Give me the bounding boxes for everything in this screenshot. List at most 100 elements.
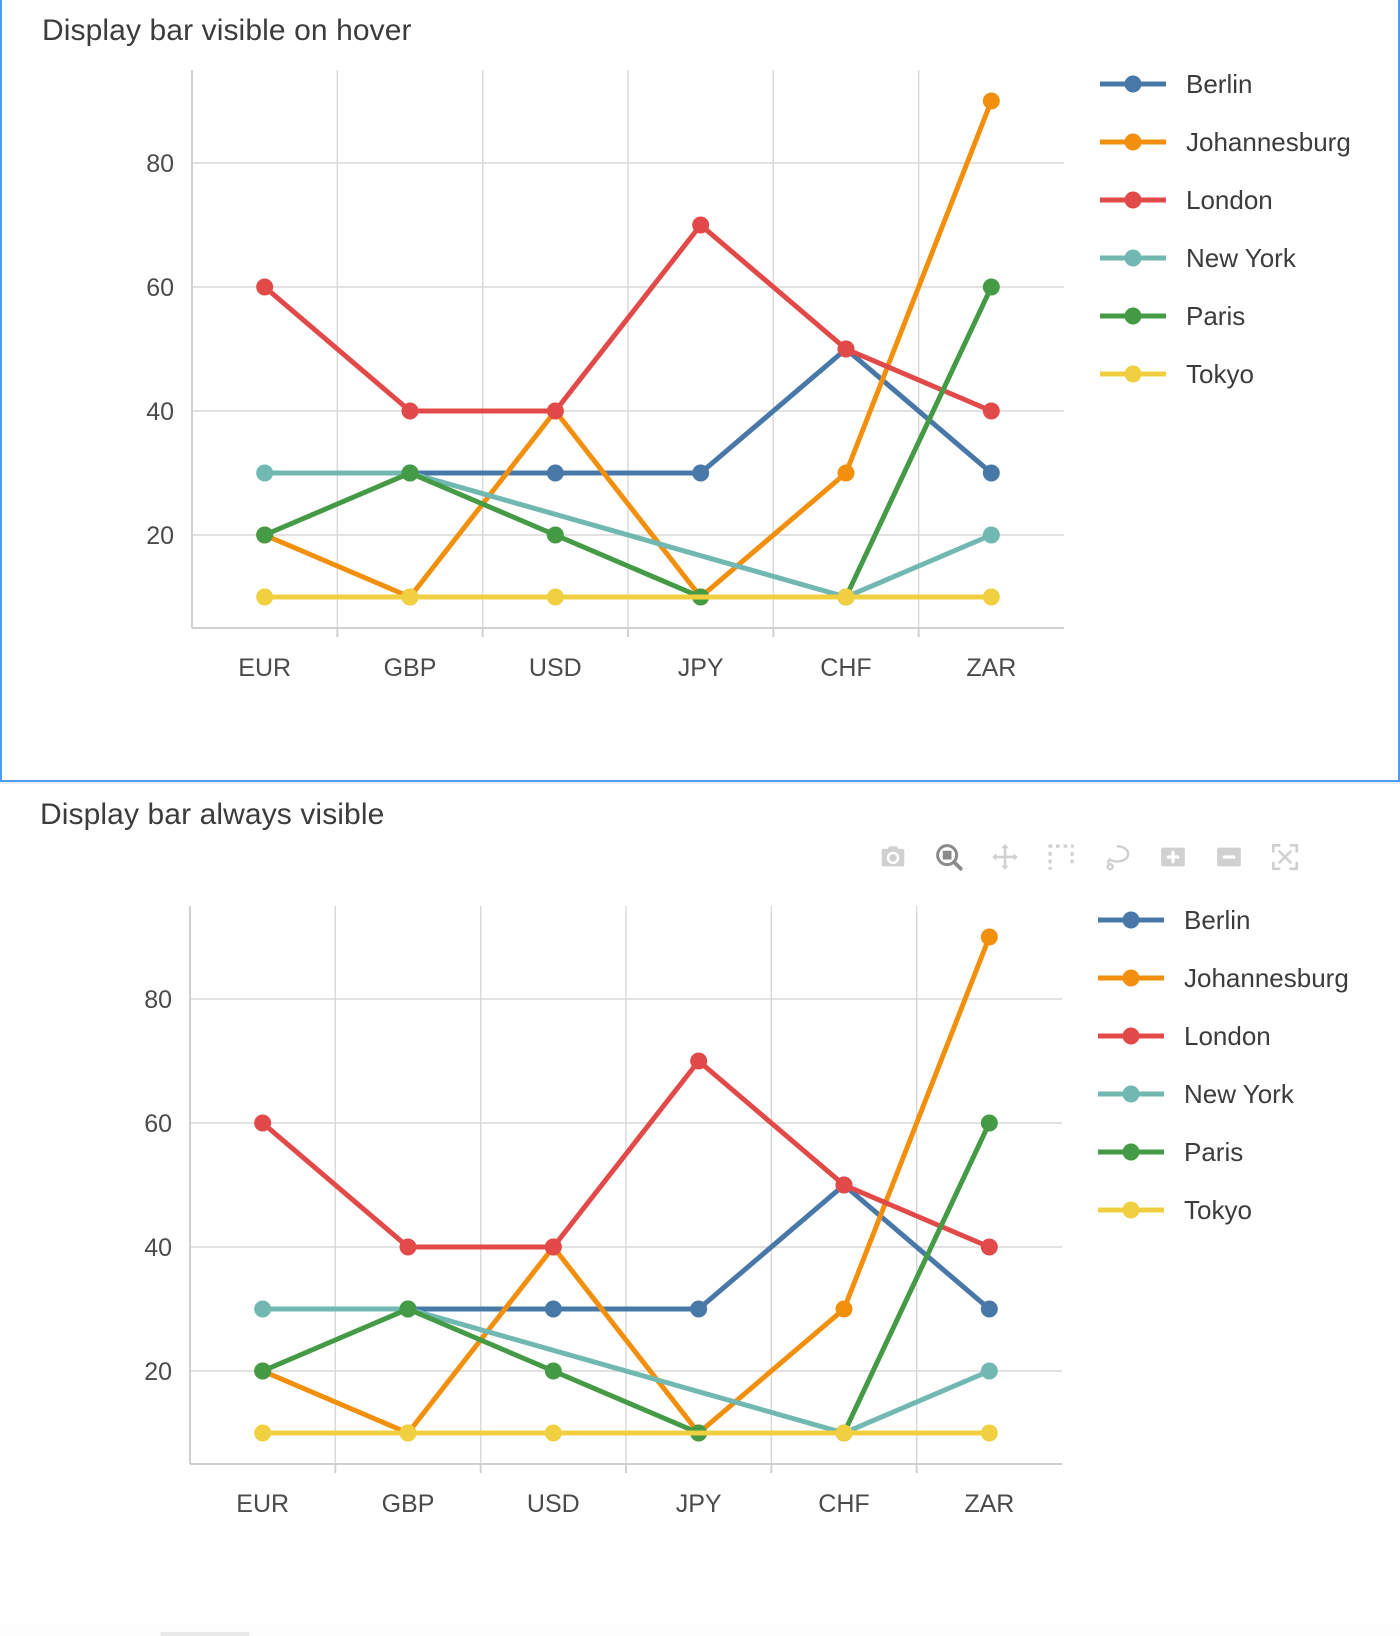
data-point-marker[interactable]: [256, 464, 274, 482]
data-point-marker[interactable]: [692, 464, 710, 482]
lasso-select-icon[interactable]: [1100, 840, 1134, 874]
x-tick-label: USD: [527, 1490, 580, 1518]
data-point-marker[interactable]: [982, 92, 1000, 110]
data-point-marker[interactable]: [837, 588, 855, 606]
data-point-marker[interactable]: [690, 1300, 708, 1318]
legend-marker-swatch: [1124, 191, 1142, 209]
data-point-marker[interactable]: [980, 1238, 998, 1256]
data-point-marker[interactable]: [546, 402, 564, 420]
data-point-marker[interactable]: [544, 1424, 562, 1442]
legend-item-label[interactable]: Berlin: [1186, 69, 1252, 99]
data-point-marker[interactable]: [982, 464, 1000, 482]
plot-area-hover[interactable]: 20 40 60 80 EUR GBP USD JPY CHF ZAR Berlin Johannes…: [2, 48, 1398, 748]
data-point-marker[interactable]: [256, 278, 274, 296]
data-point-marker[interactable]: [982, 278, 1000, 296]
y-tick-label: 80: [146, 150, 174, 178]
data-point-marker[interactable]: [980, 928, 998, 946]
data-point-marker[interactable]: [980, 1424, 998, 1442]
data-point-marker[interactable]: [399, 1238, 417, 1256]
data-point-marker[interactable]: [254, 1362, 272, 1380]
legend-item-label[interactable]: Johannesburg: [1184, 963, 1349, 993]
x-tick-label: ZAR: [964, 1490, 1014, 1518]
y-tick-label: 40: [146, 398, 174, 426]
data-point-marker[interactable]: [546, 464, 564, 482]
legend-marker-swatch: [1122, 1201, 1140, 1219]
data-point-marker[interactable]: [835, 1176, 853, 1194]
y-tick-label: 80: [144, 986, 172, 1014]
data-point-marker[interactable]: [837, 464, 855, 482]
legend-marker-swatch: [1122, 969, 1140, 987]
x-tick-label: GBP: [384, 654, 437, 682]
legend-marker-swatch: [1124, 249, 1142, 267]
legend-item-label[interactable]: New York: [1184, 1079, 1295, 1109]
x-tick-label: JPY: [678, 654, 724, 682]
box-select-icon[interactable]: [1044, 840, 1078, 874]
y-tick-label: 20: [146, 522, 174, 550]
data-point-marker[interactable]: [982, 588, 1000, 606]
data-point-marker[interactable]: [254, 1300, 272, 1318]
zoom-icon[interactable]: [932, 840, 966, 874]
legend-marker-swatch: [1122, 911, 1140, 929]
data-point-marker[interactable]: [835, 1424, 853, 1442]
data-point-marker[interactable]: [837, 340, 855, 358]
data-point-marker[interactable]: [546, 526, 564, 544]
x-tick-label: EUR: [236, 1490, 289, 1518]
legend-marker-swatch: [1122, 1143, 1140, 1161]
data-point-marker[interactable]: [982, 526, 1000, 544]
legend-marker-swatch: [1124, 307, 1142, 325]
legend-item-label[interactable]: Berlin: [1184, 905, 1250, 935]
data-point-marker[interactable]: [399, 1300, 417, 1318]
data-point-marker[interactable]: [835, 1300, 853, 1318]
data-point-marker[interactable]: [692, 216, 710, 234]
x-tick-label: USD: [529, 654, 582, 682]
line-chart-always[interactable]: 20 40 60 80 EUR GBP USD JPY CHF ZAR Berlin Johannes…: [0, 884, 1396, 1584]
data-point-marker[interactable]: [401, 464, 419, 482]
legend-item-label[interactable]: Johannesburg: [1186, 127, 1351, 157]
data-point-marker[interactable]: [254, 1114, 272, 1132]
data-point-marker[interactable]: [982, 402, 1000, 420]
data-point-marker[interactable]: [401, 402, 419, 420]
data-point-marker[interactable]: [544, 1300, 562, 1318]
data-point-marker[interactable]: [690, 1052, 708, 1070]
legend-item-label[interactable]: Paris: [1184, 1137, 1243, 1167]
legend-item-label[interactable]: London: [1186, 185, 1273, 215]
legend-marker-swatch: [1124, 133, 1142, 151]
legend-item-label[interactable]: Paris: [1186, 301, 1245, 331]
chart-panel-hover[interactable]: Display bar visible on hover 20 40 60 80 EUR…: [0, 0, 1400, 782]
bottom-scrollbar-stub[interactable]: [160, 1632, 250, 1636]
legend-marker-swatch: [1122, 1027, 1140, 1045]
y-tick-label: 60: [146, 274, 174, 302]
data-point-marker[interactable]: [980, 1114, 998, 1132]
x-tick-label: CHF: [820, 654, 871, 682]
data-point-marker[interactable]: [980, 1300, 998, 1318]
legend-item-label[interactable]: Tokyo: [1184, 1195, 1252, 1225]
autoscale-icon[interactable]: [1268, 840, 1302, 874]
data-point-marker[interactable]: [256, 526, 274, 544]
pan-icon[interactable]: [988, 840, 1022, 874]
zoom-in-icon[interactable]: [1156, 840, 1190, 874]
y-tick-label: 60: [144, 1110, 172, 1138]
panel-title-hover: Display bar visible on hover: [42, 14, 412, 47]
legend-item-label[interactable]: Tokyo: [1186, 359, 1254, 389]
camera-icon[interactable]: [876, 840, 910, 874]
plot-modebar[interactable]: [876, 840, 1302, 874]
x-tick-label: GBP: [382, 1490, 435, 1518]
data-point-marker[interactable]: [399, 1424, 417, 1442]
x-tick-label: JPY: [676, 1490, 722, 1518]
plot-area-always[interactable]: 20 40 60 80 EUR GBP USD JPY CHF ZAR Berlin Johannes…: [0, 884, 1400, 1584]
y-tick-label: 20: [144, 1358, 172, 1386]
data-point-marker[interactable]: [256, 588, 274, 606]
panel-title-always: Display bar always visible: [40, 798, 385, 831]
data-point-marker[interactable]: [544, 1238, 562, 1256]
line-chart-hover[interactable]: 20 40 60 80 EUR GBP USD JPY CHF ZAR Berlin Johannes…: [2, 48, 1398, 748]
data-point-marker[interactable]: [980, 1362, 998, 1380]
data-point-marker[interactable]: [401, 588, 419, 606]
data-point-marker[interactable]: [546, 588, 564, 606]
data-point-marker[interactable]: [254, 1424, 272, 1442]
chart-panel-always[interactable]: Display bar always visible 20 40 60 80 EUR GB…: [0, 784, 1400, 1624]
data-point-marker[interactable]: [544, 1362, 562, 1380]
zoom-out-icon[interactable]: [1212, 840, 1246, 874]
chart-demo-page: Display bar visible on hover 20 40 60 80 EUR…: [0, 0, 1400, 1636]
legend-item-label[interactable]: New York: [1186, 243, 1297, 273]
legend-item-label[interactable]: London: [1184, 1021, 1271, 1051]
